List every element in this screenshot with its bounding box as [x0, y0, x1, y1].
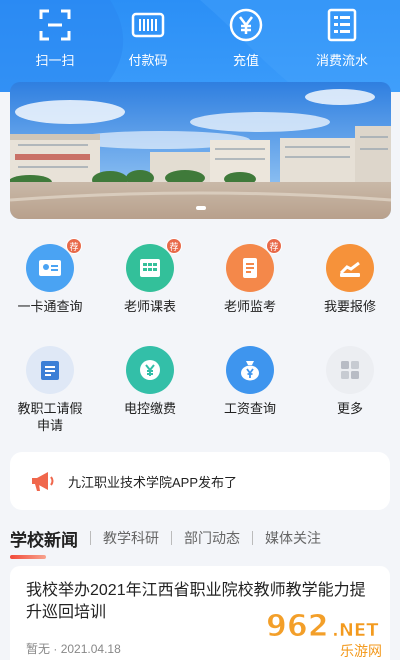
news-date: 2021.04.18: [60, 642, 121, 656]
service-staff-leave[interactable]: 教职工请假申请: [0, 346, 100, 434]
quick-label: 付款码: [128, 53, 168, 68]
meta-dot: ·: [53, 642, 61, 656]
quick-label: 消费流水: [315, 53, 368, 68]
service-label: 我要报修: [323, 299, 376, 314]
service-label: 老师监考: [223, 299, 276, 314]
service-label: 教职工请假申请: [17, 401, 83, 433]
recommend-badge: 荐: [66, 238, 82, 254]
timetable-icon: 荐: [126, 238, 182, 292]
service-salary-query[interactable]: 工资查询: [200, 346, 300, 417]
scan-icon: [39, 9, 71, 41]
service-label: 工资查询: [223, 401, 276, 416]
quick-label: 充值: [232, 53, 259, 68]
site-watermark-logo: 962 .NET 乐游网: [266, 609, 383, 660]
service-label: 老师课表: [123, 299, 176, 314]
svg-text:.NET: .NET: [332, 620, 379, 641]
barcode-icon: [131, 12, 165, 38]
news-tabs: 学校新闻 教学科研 部门动态 媒体关注: [0, 520, 400, 559]
quick-scan[interactable]: 扫一扫: [5, 0, 105, 80]
id-card-icon: 荐: [26, 238, 82, 292]
service-teacher-invigilation[interactable]: 荐 老师监考: [200, 238, 300, 315]
news-author: 暂无: [26, 642, 51, 656]
announcement-text: 九江职业技术学院APP发布了: [68, 474, 238, 490]
service-repair-request[interactable]: 我要报修: [300, 244, 400, 315]
leave-form-icon: [26, 346, 74, 394]
exam-icon: 荐: [226, 238, 282, 292]
service-label: 一卡通查询: [17, 299, 83, 314]
megaphone-icon: [32, 472, 54, 491]
recommend-badge: 荐: [266, 238, 282, 254]
news-meta: 暂无 · 2021.04.18: [26, 640, 121, 657]
more-grid-icon: [326, 346, 374, 394]
tab-media-coverage[interactable]: 媒体关注: [265, 528, 321, 548]
tab-teaching-research[interactable]: 教学科研: [103, 528, 159, 548]
quick-recharge[interactable]: 充值: [196, 0, 296, 80]
quick-consumption-records[interactable]: 消费流水: [292, 0, 392, 80]
salary-bag-icon: [226, 346, 274, 394]
service-card-query[interactable]: 荐 一卡通查询: [0, 238, 100, 315]
svg-text:乐游网: 乐游网: [340, 644, 382, 660]
service-label: 电控缴费: [123, 401, 176, 416]
announcement-bar[interactable]: 九江职业技术学院APP发布了: [10, 452, 390, 510]
campus-banner[interactable]: [10, 82, 391, 219]
quick-payment-code[interactable]: 付款码: [98, 0, 198, 80]
electric-fee-icon: [126, 346, 174, 394]
recommend-badge: 荐: [166, 238, 182, 254]
tab-divider: [90, 531, 91, 545]
tab-divider: [171, 531, 172, 545]
service-label: 更多: [336, 401, 363, 416]
svg-text:962: 962: [266, 609, 329, 644]
quick-label: 扫一扫: [35, 53, 75, 68]
yuan-coin-icon: [229, 8, 263, 42]
tab-department-news[interactable]: 部门动态: [184, 528, 240, 548]
tab-label: 学校新闻: [10, 530, 78, 550]
service-electric-fee[interactable]: 电控缴费: [100, 346, 200, 417]
ledger-icon: [327, 8, 357, 42]
active-tab-indicator: [10, 554, 46, 559]
tab-school-news[interactable]: 学校新闻: [10, 526, 78, 559]
repair-icon: [326, 244, 374, 292]
tab-divider: [252, 531, 253, 545]
campus-photo: [10, 82, 391, 219]
service-teacher-timetable[interactable]: 荐 老师课表: [100, 238, 200, 315]
banner-page-indicator: [196, 206, 206, 210]
service-more[interactable]: 更多: [300, 346, 400, 417]
